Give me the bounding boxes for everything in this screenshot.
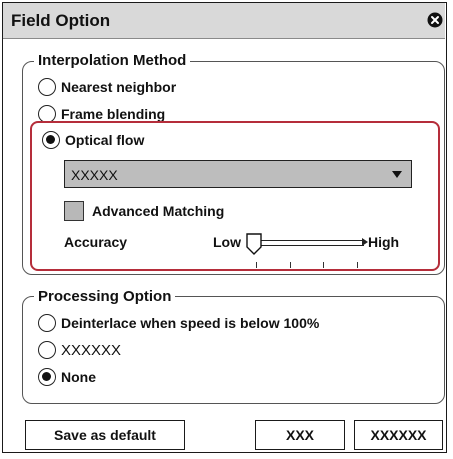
interpolation-group-title: Interpolation Method <box>34 52 191 69</box>
radio-label: Optical flow <box>65 132 145 148</box>
xxx-button[interactable]: XXX <box>255 420 345 450</box>
radio-nearest-neighbor[interactable]: Nearest neighbor <box>38 78 176 96</box>
save-as-default-button[interactable]: Save as default <box>25 420 185 450</box>
dropdown-value: XXXXX <box>71 167 118 183</box>
accuracy-label: Accuracy <box>64 234 128 250</box>
radio-label: Frame blending <box>61 106 166 122</box>
xxxxxx-button[interactable]: XXXXXX <box>354 420 443 450</box>
radio-label: Nearest neighbor <box>61 79 177 95</box>
advanced-matching-checkbox[interactable] <box>64 201 84 221</box>
title-bar: Field Option <box>3 3 445 39</box>
slider-tick <box>256 262 257 268</box>
slider-low-label: Low <box>213 234 241 250</box>
processing-group-title: Processing Option <box>34 288 176 305</box>
accuracy-slider-track[interactable] <box>256 240 364 246</box>
radio-button[interactable] <box>38 314 56 332</box>
radio-button-selected[interactable] <box>42 131 60 149</box>
close-icon[interactable] <box>427 12 443 28</box>
radio-label: Deinterlace when speed is below 100% <box>61 315 320 331</box>
accuracy-slider-thumb[interactable] <box>246 233 262 255</box>
radio-label: XXXXXX <box>61 341 122 359</box>
radio-button[interactable] <box>38 341 56 359</box>
radio-xxxxxx[interactable]: XXXXXX <box>38 341 121 359</box>
radio-button[interactable] <box>38 78 56 96</box>
interpolation-dropdown[interactable]: XXXXX <box>64 160 412 188</box>
radio-deinterlace[interactable]: Deinterlace when speed is below 100% <box>38 314 319 332</box>
radio-none[interactable]: None <box>38 368 96 386</box>
slider-tick <box>323 262 324 268</box>
slider-tick <box>290 262 291 268</box>
chevron-down-icon[interactable] <box>392 171 402 178</box>
radio-label: None <box>61 369 96 385</box>
slider-high-label: High <box>368 234 400 250</box>
dialog-title: Field Option <box>11 11 111 30</box>
advanced-matching-label: Advanced Matching <box>92 203 225 219</box>
radio-optical-flow[interactable]: Optical flow <box>42 131 144 149</box>
radio-button-selected[interactable] <box>38 368 56 386</box>
slider-tick <box>357 262 358 268</box>
